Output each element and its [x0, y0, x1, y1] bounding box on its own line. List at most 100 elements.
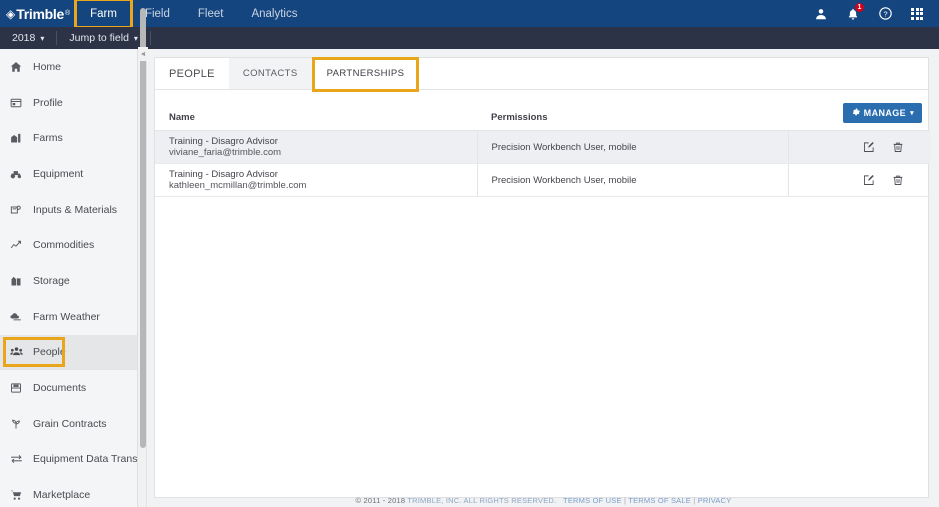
sidebar: Home Profile Farms Equipment Inputs & Ma… — [0, 49, 138, 507]
sidebar-item-marketplace[interactable]: Marketplace — [0, 477, 137, 507]
sidebar-item-label: Inputs & Materials — [33, 203, 118, 216]
tabs-row: PEOPLE CONTACTS PARTNERSHIPS — [155, 57, 928, 92]
sidebar-scrollbar-thumb[interactable] — [139, 8, 146, 448]
cell-name: Training - Disagro Advisor viviane_faria… — [155, 130, 477, 164]
sidebar-item-farms[interactable]: Farms — [0, 120, 137, 156]
table-body: Training - Disagro Advisor viviane_faria… — [155, 130, 930, 197]
equipment-data-transfer-icon — [10, 453, 28, 465]
partnerships-table: Name Permissions MANAGE ▾ Training - Dis… — [155, 103, 930, 197]
subnav-divider-2 — [149, 31, 151, 45]
column-header-name[interactable]: Name — [155, 112, 477, 131]
chevron-down-icon: ▾ — [910, 110, 914, 117]
sidebar-item-grain-contracts[interactable]: Grain Contracts — [0, 406, 137, 442]
svg-text:?: ? — [883, 9, 887, 18]
manage-button[interactable]: MANAGE ▾ — [842, 103, 922, 123]
tabs-filler — [419, 58, 928, 89]
storage-icon — [10, 275, 28, 287]
sidebar-collapse-arrow-icon[interactable]: ◄ — [138, 47, 148, 61]
commodities-icon — [10, 239, 28, 251]
documents-icon — [10, 382, 28, 394]
profile-icon — [10, 97, 28, 109]
table-head: Name Permissions MANAGE ▾ — [155, 103, 930, 131]
sidebar-item-label: Home — [33, 60, 62, 73]
footer-link-terms-of-sale[interactable]: TERMS OF SALE — [628, 496, 691, 505]
table-header-row: Name Permissions MANAGE ▾ — [155, 103, 930, 131]
tab-contacts[interactable]: CONTACTS — [228, 58, 313, 89]
sidebar-item-label: Farms — [33, 132, 63, 145]
cell-permissions: Precision Workbench User, mobile — [476, 163, 788, 197]
nav-item-field[interactable]: Field — [131, 0, 184, 27]
partner-email: kathleen_mcmillan@trimble.com — [169, 180, 307, 191]
sidebar-item-documents[interactable]: Documents — [0, 370, 137, 406]
edit-icon[interactable] — [861, 139, 877, 155]
sidebar-item-label: Equipment Data Transfer — [33, 453, 138, 466]
app-root: ◈ Trimble ® Farm Field Fleet Analytics 1… — [0, 0, 939, 507]
help-icon[interactable]: ? — [869, 0, 901, 27]
nav-item-farm[interactable]: Farm — [74, 0, 133, 29]
home-icon — [10, 61, 28, 73]
grain-contracts-icon — [10, 418, 28, 430]
sidebar-item-storage[interactable]: Storage — [0, 263, 137, 299]
inputs-materials-icon — [10, 204, 28, 216]
cell-actions — [787, 130, 930, 164]
year-selector[interactable]: 2018 ▾ — [0, 27, 56, 49]
sidebar-item-farm-weather[interactable]: Farm Weather — [0, 299, 137, 335]
user-icon[interactable] — [805, 0, 837, 27]
footer-copyright: © 2011 - 2018 — [355, 496, 406, 505]
sidebar-item-label: Farm Weather — [33, 310, 100, 323]
tab-partnerships-label: PARTNERSHIPS — [326, 68, 405, 79]
equipment-icon — [10, 168, 28, 180]
farm-weather-icon — [10, 311, 28, 323]
partnerships-table-wrap: Name Permissions MANAGE ▾ Training - Dis… — [155, 90, 930, 197]
sidebar-item-equipment[interactable]: Equipment — [0, 156, 137, 192]
edit-icon[interactable] — [861, 172, 877, 188]
nav-item-analytics[interactable]: Analytics — [237, 0, 311, 27]
trimble-logo-text: Trimble — [16, 5, 64, 22]
jump-to-field-selector[interactable]: Jump to field ▾ — [57, 27, 150, 49]
sidebar-item-label: Equipment — [33, 167, 84, 180]
notifications-bell-icon[interactable]: 1 — [837, 0, 869, 27]
footer-link-terms-of-use[interactable]: TERMS OF USE — [563, 496, 622, 505]
cell-permissions: Precision Workbench User, mobile — [476, 130, 788, 164]
page-title: PEOPLE — [169, 67, 215, 80]
table-row[interactable]: Training - Disagro Advisor viviane_faria… — [155, 130, 930, 164]
trash-icon[interactable] — [890, 139, 906, 155]
sidebar-item-commodities[interactable]: Commodities — [0, 227, 137, 263]
column-header-actions: MANAGE ▾ — [788, 103, 930, 131]
top-nav-icon-group: 1 ? — [805, 0, 933, 27]
sidebar-item-inputs-materials[interactable]: Inputs & Materials — [0, 192, 137, 228]
trash-icon[interactable] — [890, 172, 906, 188]
trimble-logo[interactable]: ◈ Trimble ® — [6, 6, 70, 22]
year-selector-label: 2018 — [12, 32, 36, 44]
people-icon — [10, 346, 28, 358]
sidebar-item-label: Storage — [33, 274, 70, 287]
sidebar-item-label: Documents — [33, 382, 87, 395]
footer-company: TRIMBLE, INC. ALL RIGHTS RESERVED. — [407, 496, 557, 505]
column-header-permissions[interactable]: Permissions — [477, 112, 788, 131]
sidebar-item-label: Grain Contracts — [33, 417, 107, 430]
top-nav-items: Farm Field Fleet Analytics — [74, 0, 311, 29]
sidebar-item-home[interactable]: Home — [0, 49, 137, 85]
sidebar-item-profile[interactable]: Profile — [0, 85, 137, 121]
partner-email: viviane_faria@trimble.com — [169, 147, 282, 158]
trimble-logo-registered: ® — [64, 10, 71, 17]
marketplace-icon — [10, 489, 28, 501]
footer-separator: | — [624, 496, 627, 505]
content-area: PEOPLE CONTACTS PARTNERSHIPS Name Permis… — [148, 49, 939, 507]
cell-name: Training - Disagro Advisor kathleen_mcmi… — [155, 163, 477, 197]
nav-item-fleet[interactable]: Fleet — [184, 0, 238, 27]
jump-to-field-label: Jump to field — [69, 32, 129, 44]
apps-grid-icon[interactable] — [901, 0, 933, 27]
sidebar-item-equipment-data-transfer[interactable]: Equipment Data Transfer — [0, 442, 137, 478]
chevron-down-icon: ▾ — [133, 33, 138, 43]
sidebar-item-people[interactable]: People — [0, 334, 137, 371]
trimble-logo-mark: ◈ — [6, 6, 16, 21]
table-row[interactable]: Training - Disagro Advisor kathleen_mcmi… — [155, 163, 930, 197]
sidebar-item-label: People — [33, 346, 66, 359]
sidebar-item-label: Profile — [33, 96, 63, 109]
tab-partnerships[interactable]: PARTNERSHIPS — [311, 57, 420, 92]
footer-separator: | — [693, 496, 696, 505]
partner-name: Training - Disagro Advisor — [169, 136, 278, 147]
footer-link-privacy[interactable]: PRIVACY — [698, 496, 732, 505]
sidebar-item-label: Marketplace — [33, 489, 91, 502]
